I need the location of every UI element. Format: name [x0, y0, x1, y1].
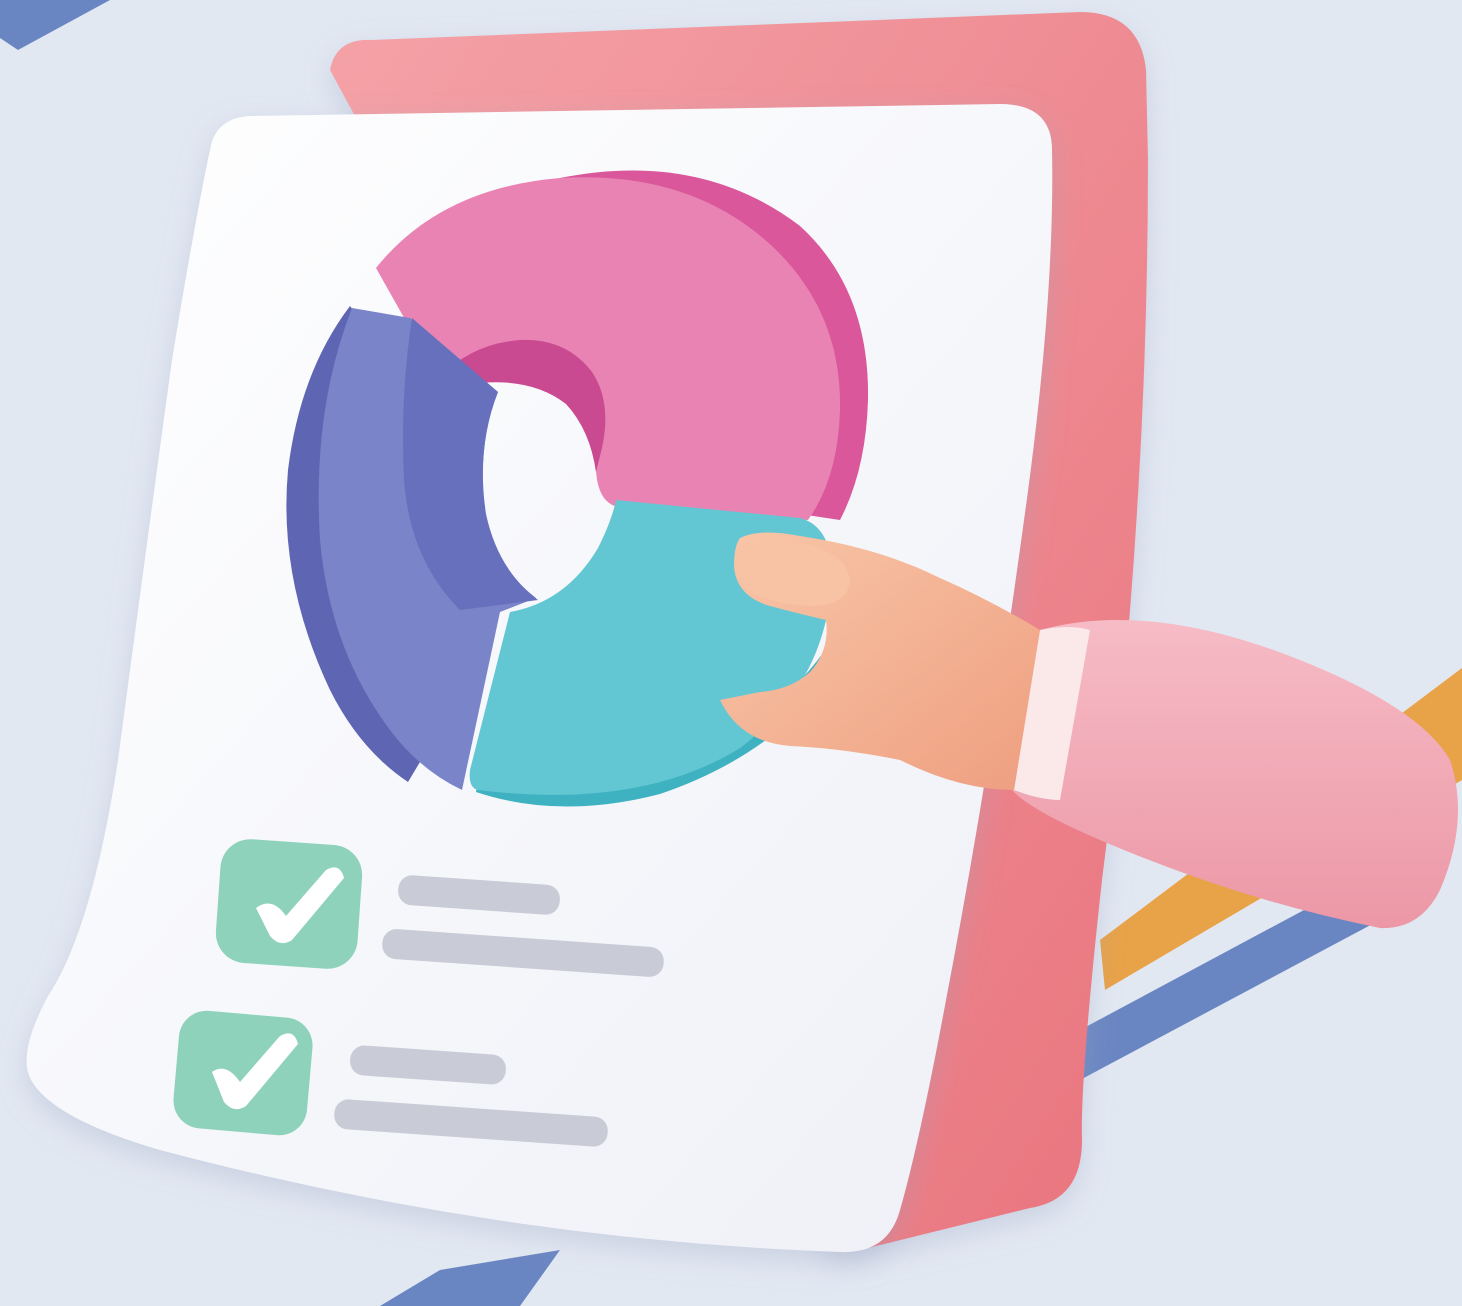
checkbox-checked-icon: [173, 1010, 313, 1136]
illustration-scene: [0, 0, 1462, 1306]
illustration-canvas: [0, 0, 1462, 1306]
stripe-top-left: [0, 0, 110, 50]
stripe-blue-bottom: [380, 1250, 560, 1306]
checkbox-checked-icon: [215, 839, 363, 969]
